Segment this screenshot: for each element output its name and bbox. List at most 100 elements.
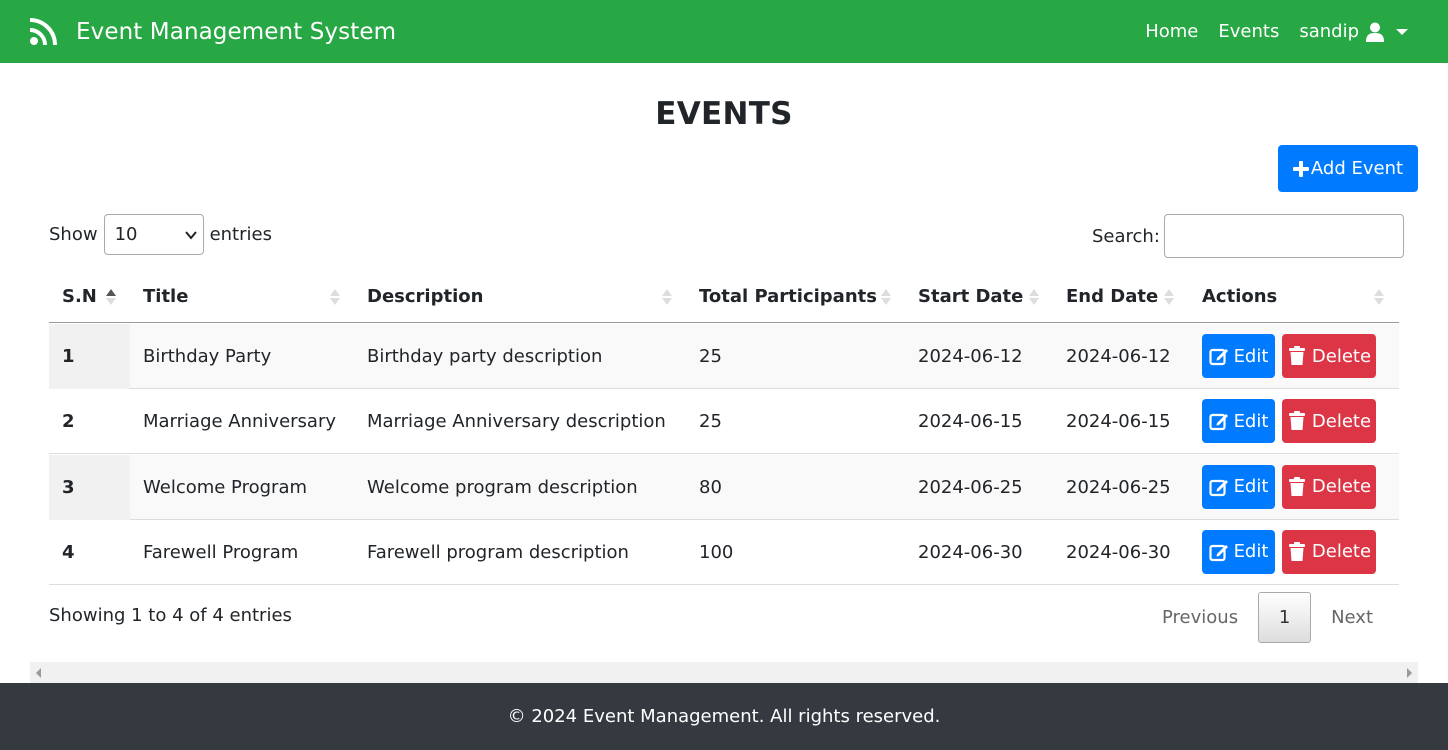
pagination: Previous 1 Next xyxy=(1142,592,1393,643)
trash-icon xyxy=(1288,541,1305,561)
cell-sn: 3 xyxy=(49,454,130,520)
page-1-button[interactable]: 1 xyxy=(1258,592,1312,643)
edit-label: Edit xyxy=(1233,345,1269,367)
edit-label: Edit xyxy=(1233,541,1269,563)
header-sn-label: S.N xyxy=(62,286,97,307)
cell-title: Birthday Party xyxy=(143,346,272,367)
edit-button[interactable]: Edit xyxy=(1202,529,1275,574)
delete-label: Delete xyxy=(1311,541,1372,563)
trash-icon xyxy=(1288,346,1305,365)
sort-icon xyxy=(662,289,672,305)
cell-description: Welcome program description xyxy=(367,476,638,498)
edit-icon xyxy=(1208,479,1228,496)
header-start-date-label: Start Date xyxy=(918,286,1024,307)
sort-icon xyxy=(1164,289,1174,305)
delete-label: Delete xyxy=(1311,345,1372,367)
entries-label: entries xyxy=(209,224,272,245)
edit-button[interactable]: Edit xyxy=(1202,464,1275,509)
delete-button[interactable]: Delete xyxy=(1282,464,1376,509)
table-row: 4 Farewell Program Farewell program descri… xyxy=(49,520,1399,585)
header-start-date[interactable]: Start Date xyxy=(918,270,1023,323)
scroll-right-icon[interactable] xyxy=(1407,668,1412,678)
scroll-left-icon[interactable] xyxy=(36,668,41,678)
footer-text: © 2024 Event Management. All rights rese… xyxy=(507,706,941,727)
cell-start: 2024-06-15 xyxy=(918,411,1023,433)
chevron-down-icon xyxy=(184,231,197,240)
nav-home-link[interactable]: Home xyxy=(1145,21,1198,42)
delete-label: Delete xyxy=(1311,476,1372,498)
delete-button[interactable]: Delete xyxy=(1282,334,1376,378)
user-name: sandip xyxy=(1299,21,1359,42)
delete-label: Delete xyxy=(1311,410,1372,432)
cell-participants: 25 xyxy=(699,346,722,367)
edit-icon xyxy=(1208,348,1228,366)
events-table: S.N Title Description Total Participants… xyxy=(49,270,1399,590)
brand[interactable]: Event Management System xyxy=(28,17,396,47)
sort-icon xyxy=(1374,289,1384,305)
cell-sn: 2 xyxy=(62,411,75,433)
sort-icon xyxy=(330,289,340,305)
cell-sn: 1 xyxy=(49,324,130,389)
add-event-button[interactable]: Add Event xyxy=(1278,145,1418,192)
chevron-down-icon xyxy=(1396,28,1408,35)
table-row: 3 Welcome Program Welcome program descript… xyxy=(49,454,1399,520)
cell-participants: 25 xyxy=(699,411,722,433)
user-icon xyxy=(1366,22,1384,42)
brand-title: Event Management System xyxy=(76,18,397,45)
table-header: S.N Title Description Total Participants… xyxy=(49,270,1399,323)
table-info: Showing 1 to 4 of 4 entries xyxy=(49,605,292,626)
cell-sn: 4 xyxy=(62,541,75,563)
previous-button[interactable]: Previous xyxy=(1142,592,1258,643)
cell-end: 2024-06-30 xyxy=(1066,541,1171,563)
cell-description: Farewell program description xyxy=(367,541,629,563)
header-description[interactable]: Description xyxy=(367,270,483,323)
next-button[interactable]: Next xyxy=(1311,592,1393,643)
header-description-label: Description xyxy=(367,286,484,307)
cell-description: Birthday party description xyxy=(367,346,603,367)
show-label: Show xyxy=(49,224,98,245)
plus-icon xyxy=(1292,160,1309,177)
header-actions-label: Actions xyxy=(1202,286,1278,307)
cell-end: 2024-06-15 xyxy=(1066,411,1171,433)
header-end-date[interactable]: End Date xyxy=(1066,270,1158,323)
cell-title: Welcome Program xyxy=(143,476,308,498)
delete-button[interactable]: Delete xyxy=(1282,399,1376,444)
cell-start: 2024-06-30 xyxy=(918,541,1023,563)
header-participants-label: Total Participants xyxy=(699,286,877,307)
header-title-label: Title xyxy=(143,286,189,307)
add-event-label: Add Event xyxy=(1310,158,1404,179)
delete-button[interactable]: Delete xyxy=(1282,529,1376,574)
sort-icon xyxy=(1029,289,1039,305)
edit-button[interactable]: Edit xyxy=(1202,399,1275,444)
nav-links: Home Events sandip xyxy=(1125,0,1408,63)
search-input[interactable] xyxy=(1163,214,1404,258)
header-title[interactable]: Title xyxy=(143,270,188,323)
cell-participants: 100 xyxy=(699,541,734,563)
header-actions[interactable]: Actions xyxy=(1202,270,1277,323)
edit-button[interactable]: Edit xyxy=(1202,334,1275,378)
entries-select[interactable]: 10 xyxy=(103,214,204,255)
edit-icon xyxy=(1208,544,1228,561)
cell-participants: 80 xyxy=(699,476,722,498)
header-end-date-label: End Date xyxy=(1066,286,1159,307)
search-label: Search: xyxy=(1092,225,1160,247)
edit-label: Edit xyxy=(1233,476,1269,498)
user-menu[interactable]: sandip xyxy=(1299,21,1408,42)
search: Search: xyxy=(1092,214,1404,258)
table-row: 1 Birthday Party Birthday party descriptio… xyxy=(49,324,1399,389)
nav-events-link[interactable]: Events xyxy=(1218,21,1279,42)
entries-value: 10 xyxy=(114,224,138,245)
header-participants[interactable]: Total Participants xyxy=(699,270,877,323)
footer: © 2024 Event Management. All rights rese… xyxy=(0,683,1448,750)
cell-end: 2024-06-25 xyxy=(1066,476,1171,498)
trash-icon xyxy=(1288,411,1305,431)
cell-description: Marriage Anniversary description xyxy=(367,411,666,433)
sort-icon xyxy=(881,289,891,305)
cell-end: 2024-06-12 xyxy=(1066,346,1171,367)
cell-start: 2024-06-12 xyxy=(918,346,1023,367)
header-sn[interactable]: S.N xyxy=(62,270,97,323)
cell-title: Marriage Anniversary xyxy=(143,411,337,433)
horizontal-scrollbar[interactable] xyxy=(30,662,1418,683)
sort-asc-icon xyxy=(106,289,116,305)
navbar: Event Management System Home Events sand… xyxy=(0,0,1448,63)
